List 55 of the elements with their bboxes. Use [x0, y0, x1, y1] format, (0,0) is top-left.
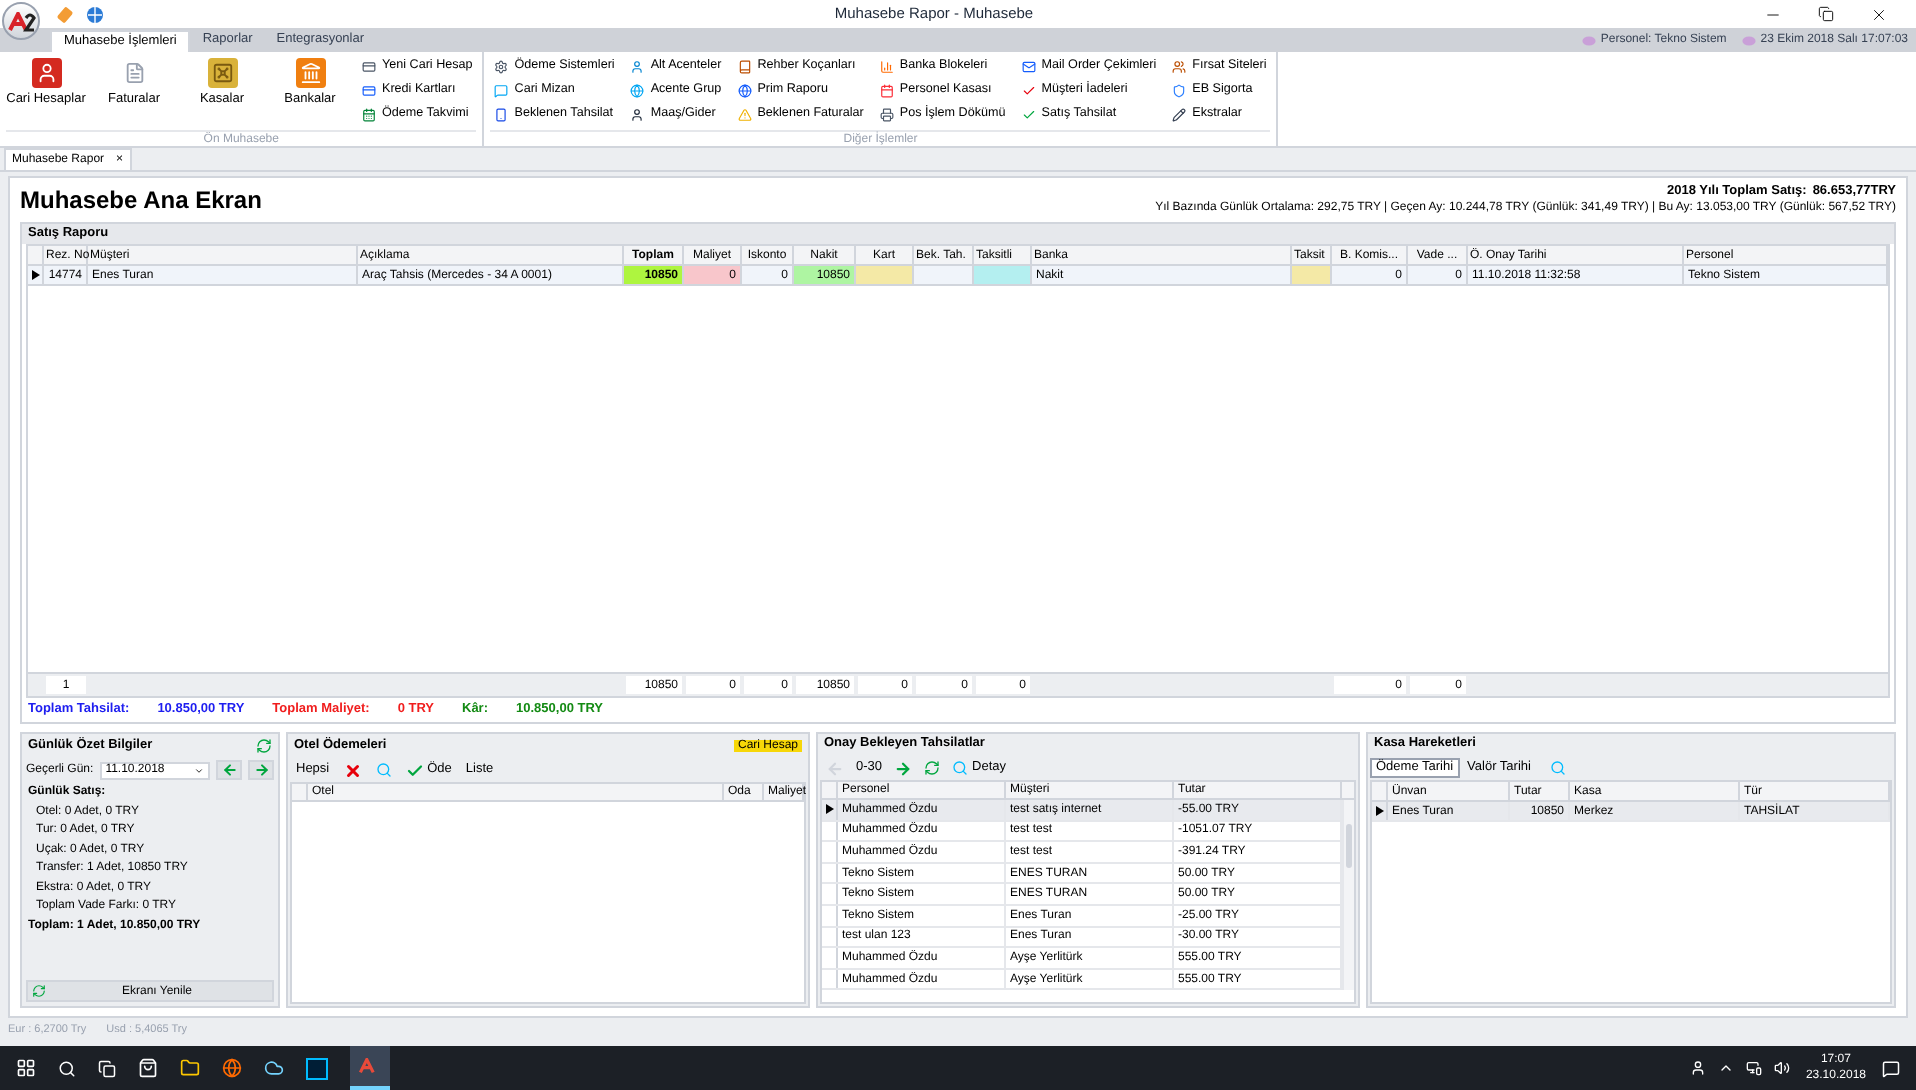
cloud-icon[interactable] — [264, 1058, 284, 1078]
globe-icon[interactable] — [86, 5, 104, 23]
shield-icon — [1172, 84, 1187, 98]
row-indicator-icon — [1375, 806, 1383, 816]
previous-day-button[interactable] — [216, 760, 243, 780]
globe-icon — [737, 84, 752, 98]
calendar-icon — [362, 108, 376, 122]
search-icon — [952, 760, 969, 776]
dropdown-caret-icon — [194, 765, 205, 775]
mail-icon — [1021, 60, 1036, 74]
person-icon — [630, 108, 645, 122]
disc-icon — [1742, 35, 1757, 45]
refresh-icon[interactable] — [924, 760, 941, 776]
photo-editor-icon[interactable] — [306, 1057, 328, 1079]
people-icon[interactable] — [1689, 1060, 1706, 1076]
bank-icon — [295, 58, 325, 88]
warning-icon — [737, 108, 752, 122]
person-icon — [630, 60, 645, 74]
phone-icon — [494, 108, 509, 122]
globe-icon — [630, 84, 645, 98]
close-button[interactable] — [1870, 5, 1888, 23]
tray-expand-icon[interactable] — [1717, 1060, 1734, 1076]
disc-icon — [1582, 35, 1597, 45]
network-icon[interactable] — [1745, 1060, 1762, 1076]
accounting-app-icon[interactable] — [350, 1046, 390, 1090]
task-view-icon[interactable] — [98, 1059, 116, 1077]
book-icon — [737, 60, 752, 74]
printer-icon — [879, 108, 894, 122]
bar-chart-icon — [879, 60, 894, 74]
pencil-icon — [1172, 108, 1187, 122]
speech-bubble-icon — [494, 84, 509, 98]
row-indicator-icon — [31, 270, 39, 280]
logo-mark-icon — [7, 11, 35, 31]
folder-icon[interactable] — [180, 1058, 200, 1078]
gear-icon — [494, 60, 509, 74]
refresh-icon[interactable] — [256, 738, 272, 754]
row-indicator-icon — [825, 804, 833, 815]
card-icon — [362, 60, 376, 74]
card-icon — [362, 84, 376, 98]
page-title: Muhasebe Ana Ekran — [20, 188, 262, 212]
restore-button[interactable] — [1818, 6, 1834, 22]
check-icon — [405, 761, 424, 779]
people-icon — [1172, 60, 1187, 74]
next-page-icon[interactable] — [894, 759, 913, 777]
volume-icon[interactable] — [1773, 1060, 1790, 1076]
calendar-icon — [879, 84, 894, 98]
store-icon[interactable] — [138, 1058, 158, 1078]
safe-icon — [207, 58, 237, 88]
scrollbar[interactable] — [1342, 800, 1354, 991]
refresh-icon — [32, 984, 46, 998]
person-icon — [31, 58, 61, 88]
start-button[interactable] — [16, 1058, 36, 1078]
notifications-icon[interactable] — [1882, 1059, 1900, 1077]
delete-icon[interactable] — [343, 761, 362, 779]
browser-icon[interactable] — [222, 1058, 242, 1078]
